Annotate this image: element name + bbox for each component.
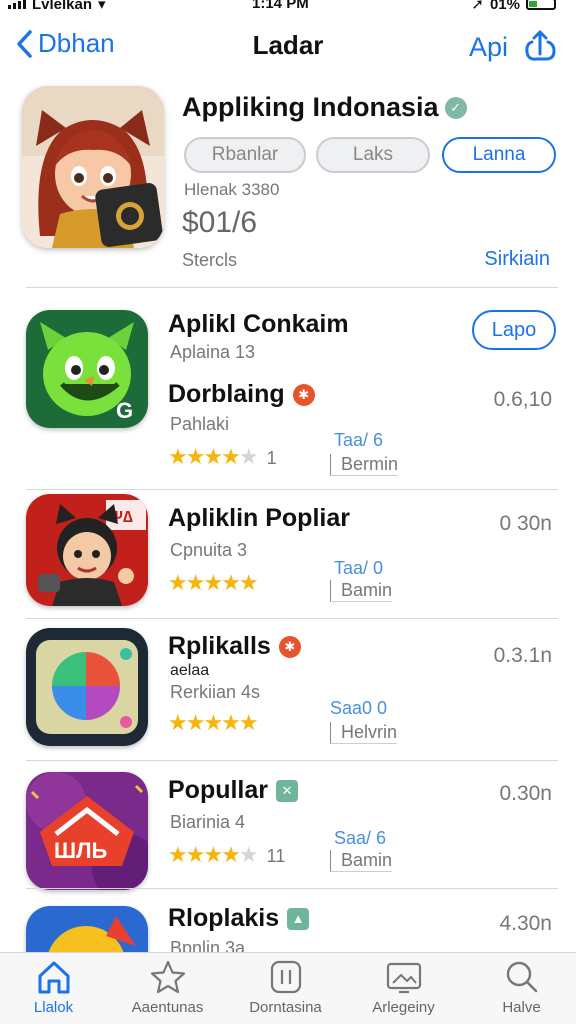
app-subtitle: Pahlaki xyxy=(170,414,230,434)
verified-badge-icon: ✓ xyxy=(444,96,467,119)
status-time: 1:14 PM xyxy=(252,0,309,12)
divider xyxy=(26,287,558,288)
tab-bar: Llalok Aaentunas Dorntasina Arlegeiny Ha… xyxy=(0,952,576,1024)
divider xyxy=(26,489,558,490)
app-name: Rloplakis xyxy=(168,904,280,932)
app-meta: Taa/ 0 xyxy=(334,558,384,578)
badge-icon: ✱ xyxy=(278,635,301,658)
tab-home[interactable]: Llalok xyxy=(0,959,111,1016)
app-meta: Saa0 0 xyxy=(330,698,388,718)
svg-text:ШЛЬ: ШЛЬ xyxy=(54,838,108,863)
navigation-bar: Dbhan Ladar Api xyxy=(0,22,576,72)
rating-count: 11 xyxy=(266,846,286,866)
tab-favorites[interactable]: Aaentunas xyxy=(110,959,225,1016)
api-button[interactable]: Api xyxy=(469,32,508,63)
divider xyxy=(26,760,558,761)
battery-icon xyxy=(526,0,556,10)
featured-app-price: $01/6 xyxy=(182,206,258,239)
play-store-icon xyxy=(26,628,148,746)
svg-text:G: G xyxy=(116,398,133,423)
colorful-app-icon xyxy=(26,906,148,952)
wifi-icon: ▾ xyxy=(98,0,106,13)
app-name: Popullar xyxy=(168,776,269,804)
tab-gallery[interactable]: Arlegeiny xyxy=(346,959,461,1016)
app-meta-secondary: Bamin xyxy=(330,850,393,872)
app-name: Apliklin Popliar xyxy=(168,504,350,532)
star-empty-icon: ★ xyxy=(238,444,259,469)
badge-icon: ▲ xyxy=(287,907,310,930)
tab-label: Halve xyxy=(502,999,541,1016)
app-meta-secondary: Bamin xyxy=(330,580,393,602)
star-icon: ★★★★ xyxy=(168,570,241,595)
star-half-icon: ★ xyxy=(221,444,241,469)
list-item[interactable]: Rloplakis ▲ Bpnlin 3a 4.30n xyxy=(0,904,576,952)
featured-app-title: Appliking Indonasia xyxy=(182,92,439,122)
app-size: 0.6,10 xyxy=(493,388,552,411)
picture-icon xyxy=(386,962,421,994)
filter-button-3[interactable]: Lanna xyxy=(442,137,556,173)
featured-app-link[interactable]: Sirkiain xyxy=(484,248,550,271)
app-size: 0.30n xyxy=(499,782,552,805)
rating-stars: ★★★★★ xyxy=(168,570,267,596)
battery-percent: 01% xyxy=(489,0,520,13)
star-icon: ★★★★★ xyxy=(168,710,259,735)
carrier-label: Lvlelkan xyxy=(32,0,93,13)
get-button[interactable]: Lapo xyxy=(472,310,556,350)
tab-search[interactable]: Halve xyxy=(464,959,576,1016)
featured-app-footer: Stercls xyxy=(182,250,238,270)
app-name: Aplikl Conkaim xyxy=(168,310,349,338)
divider xyxy=(26,888,558,889)
filter-button-1[interactable]: Rbanlar xyxy=(184,137,306,173)
app-subtitle: Cpnuita 3 xyxy=(170,540,248,560)
signal-icon xyxy=(8,0,26,9)
app-size: 4.30n xyxy=(499,912,552,935)
location-icon: ➚ xyxy=(471,0,484,13)
app-size: 0.3.1n xyxy=(493,644,552,667)
red-logo-icon: ШЛЬ xyxy=(26,772,148,890)
badge-icon: ✱ xyxy=(292,383,315,406)
app-size: 0 30n xyxy=(499,512,552,535)
tab-cards[interactable]: Dorntasina xyxy=(228,959,343,1016)
green-monster-icon: G xyxy=(26,310,148,428)
tab-label: Aaentunas xyxy=(131,999,204,1016)
search-icon xyxy=(506,961,537,993)
filter-button-2[interactable]: Laks xyxy=(316,137,430,173)
app-meta-secondary: Helvrin xyxy=(330,722,398,744)
featured-app-subtitle: Hlenak 3380 xyxy=(184,180,280,199)
star-half-icon: ★ xyxy=(221,842,241,867)
app-subtitle: Aplaina 13 xyxy=(170,342,256,362)
rating-stars: ★★★★★ 1 xyxy=(168,444,277,470)
divider xyxy=(26,618,558,619)
app-meta: Saa/ 6 xyxy=(334,828,387,848)
app-subtitle: Bpnlin 3a xyxy=(170,938,246,952)
app-name: Dorblaing xyxy=(168,380,285,408)
star-empty-icon: ★ xyxy=(238,842,259,867)
status-bar: Lvlelkan ▾ 1:14 PM ➚ 01% xyxy=(0,0,576,14)
badge-icon: ✕ xyxy=(276,779,299,802)
app-subtitle: Biarinia 4 xyxy=(170,812,246,832)
star-half-icon: ★ xyxy=(238,570,259,595)
tab-label: Dorntasina xyxy=(249,999,322,1016)
card-icon xyxy=(270,960,301,994)
star-icon xyxy=(150,960,185,994)
rating-stars: ★★★★★ 11 xyxy=(168,842,285,868)
home-icon xyxy=(38,961,69,994)
tab-label: Llalok xyxy=(33,999,74,1016)
rating-count: 1 xyxy=(266,448,277,468)
tab-label: Arlegeiny xyxy=(372,999,435,1016)
app-name: Rplikalls xyxy=(168,632,271,660)
app-subtitle-top: aelaa xyxy=(170,662,210,679)
app-meta-secondary: Bermin xyxy=(330,454,399,476)
star-icon: ★★★ xyxy=(168,842,223,867)
app-subtitle: Rerkiian 4s xyxy=(170,682,261,702)
star-icon: ★★★ xyxy=(168,444,223,469)
ninja-character-icon: Ψ∆ xyxy=(26,494,148,606)
app-meta: Taa/ 6 xyxy=(334,430,384,450)
featured-app-icon[interactable] xyxy=(22,86,164,248)
rating-stars: ★★★★★ xyxy=(168,710,267,736)
share-icon[interactable] xyxy=(522,28,558,66)
